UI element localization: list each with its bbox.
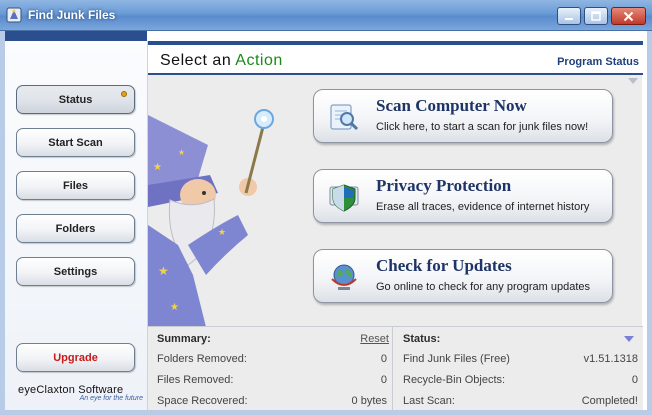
wizard-illustration-icon: ★ ★ ★ ★ ★ <box>148 109 274 335</box>
maximize-icon <box>591 11 601 21</box>
close-icon <box>623 11 634 21</box>
header-bar: Select an Action Program Status <box>148 41 643 75</box>
page-title-accent: Action <box>235 52 283 69</box>
sidebar-item-files[interactable]: Files <box>16 171 135 200</box>
privacy-protection-description: Erase all traces, evidence of internet h… <box>376 201 590 213</box>
sidebar: Status Start Scan Files Folders Settings… <box>5 31 147 410</box>
summary-row-value: 0 <box>380 353 387 365</box>
check-for-updates-description: Go online to check for any program updat… <box>376 281 591 293</box>
check-for-updates-title: Check for Updates <box>376 256 512 275</box>
window-title: Find Junk Files <box>28 8 116 22</box>
upgrade-button[interactable]: Upgrade <box>16 343 135 372</box>
status-indicator-icon <box>121 91 127 97</box>
status-row-value: v1.51.1318 <box>583 353 638 365</box>
summary-row-label: Space Recovered: <box>157 395 248 407</box>
globe-update-icon <box>331 264 357 290</box>
scan-computer-now-description: Click here, to start a scan for junk fil… <box>376 121 589 133</box>
main-panel: Select an Action Program Status ★ ★ ★ ★ … <box>147 41 643 411</box>
sidebar-top-bar <box>5 31 147 41</box>
minimize-button[interactable] <box>557 7 581 25</box>
status-row-label: Last Scan: <box>403 395 455 407</box>
svg-text:★: ★ <box>218 227 226 237</box>
privacy-protection-title: Privacy Protection <box>376 176 512 195</box>
scan-computer-now-title: Scan Computer Now <box>376 96 527 115</box>
sidebar-item-settings[interactable]: Settings <box>16 257 135 286</box>
scan-magnifier-icon <box>330 104 359 131</box>
close-button[interactable] <box>611 7 646 25</box>
status-collapse-arrow-icon[interactable] <box>624 336 634 342</box>
scroll-down-arrow-icon[interactable] <box>628 78 638 84</box>
svg-text:★: ★ <box>170 302 179 313</box>
page-title: Select an Action <box>160 52 283 70</box>
svg-text:★: ★ <box>153 162 162 173</box>
page-title-prefix: Select an <box>160 52 236 69</box>
sidebar-item-label: Folders <box>55 222 96 235</box>
privacy-protection-button[interactable]: Privacy Protection Erase all traces, evi… <box>313 169 613 223</box>
title-bar[interactable]: Find Junk Files <box>0 0 652 31</box>
summary-panel: Summary: Reset Folders Removed: 0 Files … <box>148 327 393 411</box>
summary-row-value: 0 <box>380 374 387 386</box>
status-row-value: Completed! <box>581 395 638 407</box>
status-heading: Status: <box>403 333 441 345</box>
sidebar-item-label: Files <box>62 179 89 192</box>
sidebar-item-start-scan[interactable]: Start Scan <box>16 128 135 157</box>
summary-status-area: Summary: Reset Folders Removed: 0 Files … <box>148 326 643 411</box>
maximize-button[interactable] <box>584 7 608 25</box>
sidebar-item-status[interactable]: Status <box>16 85 135 114</box>
summary-heading: Summary: <box>157 333 211 345</box>
sidebar-item-label: Start Scan <box>48 136 103 149</box>
status-panel: Status: Find Junk Files (Free) v1.51.131… <box>394 327 643 411</box>
status-row-label: Find Junk Files (Free) <box>403 353 510 365</box>
svg-text:★: ★ <box>178 148 185 157</box>
status-row-value: 0 <box>631 374 638 386</box>
minimize-icon <box>565 18 573 20</box>
shield-icon <box>329 184 359 212</box>
status-row-label: Recycle-Bin Objects: <box>403 374 506 386</box>
check-for-updates-button[interactable]: Check for Updates Go online to check for… <box>313 249 613 303</box>
sidebar-item-label: Settings <box>53 265 98 278</box>
header-top-bar <box>148 41 643 45</box>
sidebar-item-folders[interactable]: Folders <box>16 214 135 243</box>
scan-computer-now-button[interactable]: Scan Computer Now Click here, to start a… <box>313 89 613 143</box>
app-icon <box>6 7 22 23</box>
summary-row-value: 0 bytes <box>351 395 387 407</box>
svg-text:★: ★ <box>158 264 169 278</box>
upgrade-label: Upgrade <box>53 351 98 364</box>
summary-row-label: Folders Removed: <box>157 353 247 365</box>
program-status-label: Program Status <box>557 56 639 68</box>
window-frame: Status Start Scan Files Folders Settings… <box>0 31 652 415</box>
brand-logo: eyeClaxton Software An eye for the futur… <box>18 384 143 402</box>
reset-link[interactable]: Reset <box>360 333 389 345</box>
summary-row-label: Files Removed: <box>157 374 234 386</box>
brand-tagline: An eye for the future <box>79 395 143 402</box>
sidebar-item-label: Status <box>58 93 93 106</box>
